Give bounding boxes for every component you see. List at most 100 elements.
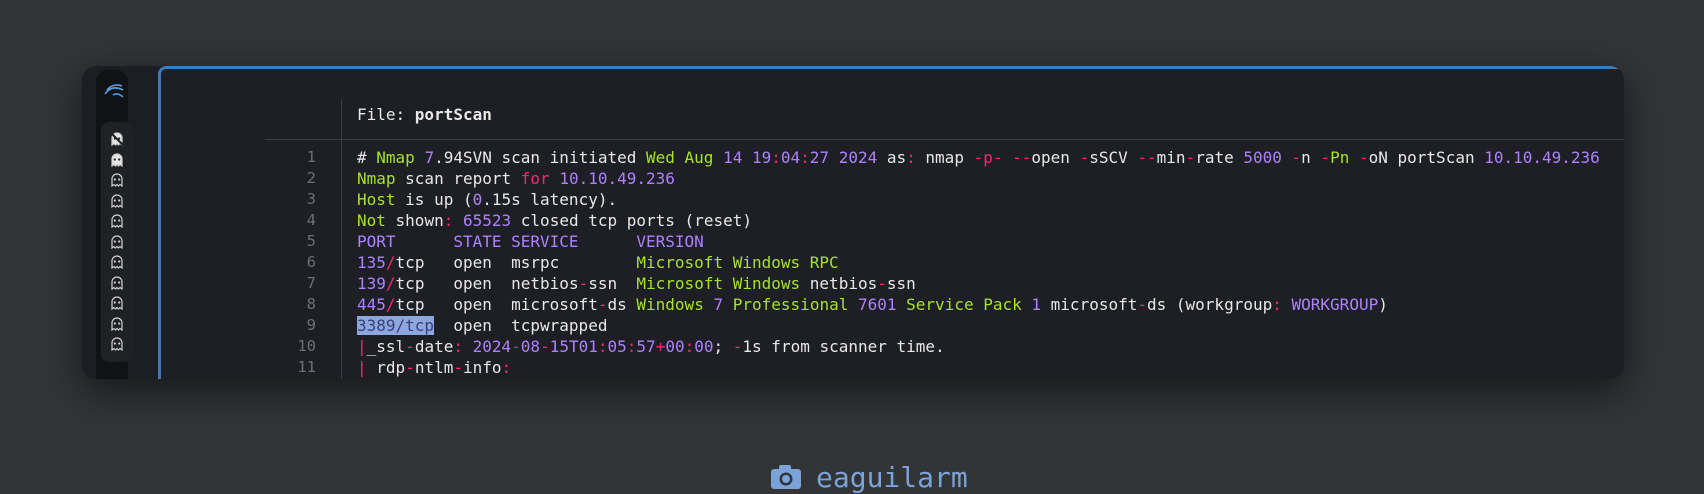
code-token: is up ( <box>395 190 473 209</box>
line-number: 6 <box>306 253 316 271</box>
code-token: : <box>1272 295 1282 314</box>
line-number: 8 <box>306 295 316 313</box>
code-line[interactable]: Nmap scan report for 10.10.49.236 <box>357 168 675 189</box>
code-token: : <box>501 358 512 377</box>
code-token: .94SVN scan initiated <box>434 148 646 167</box>
workspace-ghost-icon[interactable] <box>110 173 124 187</box>
line-number: 2 <box>306 169 316 187</box>
code-token: - <box>877 274 887 293</box>
workspace-list <box>101 122 133 362</box>
code-token: - <box>1185 148 1196 167</box>
code-token: - <box>732 337 743 356</box>
code-token: / <box>385 295 396 314</box>
code-token: : <box>626 337 637 356</box>
code-token: 27 2024 <box>809 148 878 167</box>
code-token: : <box>684 337 695 356</box>
code-token: : <box>453 337 463 356</box>
code-token: -- <box>1012 148 1032 167</box>
code-token: 7 <box>713 295 724 314</box>
workspace-ghost-icon[interactable] <box>110 193 124 208</box>
code-token: netbios <box>800 274 878 293</box>
code-token: 05 <box>607 337 627 356</box>
workspace-ghost-icon[interactable] <box>110 337 124 351</box>
code-token: / <box>385 253 396 272</box>
code-token: 139 <box>357 274 386 293</box>
code-token: 00 <box>665 337 685 356</box>
code-line[interactable]: 139/tcp open netbios-ssn Microsoft Windo… <box>357 273 916 294</box>
workspace-ghost-icon[interactable] <box>110 296 124 310</box>
code-token: open tcpwrapped <box>434 316 608 335</box>
line-number: 1 <box>306 148 316 166</box>
code-line[interactable]: Host is up (0.15s latency). <box>357 189 617 210</box>
code-token: 04 <box>780 148 801 167</box>
code-token: - <box>578 274 589 293</box>
code-token: Microsoft Windows <box>636 274 801 293</box>
workspace-ghost-icon[interactable] <box>110 234 124 249</box>
code-token: - <box>1320 148 1331 167</box>
workspace-active-ghost-icon[interactable] <box>110 132 124 146</box>
code-token: - <box>405 358 415 377</box>
kali-dragon-icon[interactable] <box>103 82 125 100</box>
code-token: Nmap <box>376 148 415 167</box>
code-token: | <box>357 358 367 377</box>
code-token: Host <box>357 190 396 209</box>
code-token: Professional <box>732 295 849 314</box>
code-line[interactable]: Not shown: 65523 closed tcp ports (reset… <box>357 210 752 231</box>
code-token: _ssl <box>366 337 406 356</box>
workspace-ghost-icon[interactable] <box>110 316 124 331</box>
code-line[interactable]: # Nmap 7.94SVN scan initiated Wed Aug 14… <box>357 147 1600 168</box>
code-line[interactable]: 135/tcp open msrpc Microsoft Windows RPC <box>357 252 839 273</box>
code-token: ds <box>607 295 637 314</box>
code-token: scan report <box>395 169 521 188</box>
code-token: Pn <box>1330 148 1350 167</box>
workspace-ghost-icon[interactable] <box>110 214 124 228</box>
code-line[interactable]: 445/tcp open microsoft - ds Windows 7 Prof… <box>357 294 1388 315</box>
terminal-pane[interactable]: File: portScan 1 # Nmap 7.94SVN scan init… <box>158 66 1624 379</box>
code-token: ssn <box>886 274 916 293</box>
code-token: shown <box>385 211 444 230</box>
code-token: 2024 <box>472 337 512 356</box>
code-token: ds (workgroup <box>1147 295 1273 314</box>
header-separator <box>265 139 1624 140</box>
code-token: n <box>1301 148 1321 167</box>
code-line[interactable]: PORT STATE SERVICE VERSION <box>357 231 704 252</box>
code-line[interactable]: |_ssl-date: 2024-08-15T01:05:57+00:00; -… <box>357 336 945 357</box>
line-number: 9 <box>306 316 316 334</box>
code-line[interactable]: 3389/tcp open tcpwrapped <box>357 315 607 336</box>
code-token: : <box>443 211 454 230</box>
code-token: as <box>877 148 907 167</box>
code-token: for <box>520 169 550 188</box>
code-token: 10.10.49.236 <box>1484 148 1600 167</box>
code-token: info <box>462 358 502 377</box>
code-token: nmap <box>915 148 974 167</box>
code-token: - <box>1291 148 1302 167</box>
code-line[interactable]: | rdp-ntlm-info: <box>357 357 511 378</box>
line-number: 10 <box>297 337 316 355</box>
workspace-ghost-icon[interactable] <box>110 255 124 269</box>
code-token: min <box>1156 148 1186 167</box>
workspace-ghost-icon[interactable] <box>110 275 124 290</box>
code-token: tcp open msrpc <box>395 253 637 272</box>
code-token: Not <box>357 211 386 230</box>
code-token: .15s latency). <box>482 190 618 209</box>
code-token: : <box>771 148 781 167</box>
code-token: : <box>800 148 810 167</box>
code-token: Microsoft Windows RPC <box>636 253 839 272</box>
file-label-prefix: File: <box>357 105 415 124</box>
workspace-ghost-icon[interactable] <box>110 152 124 167</box>
code-token: - <box>453 358 463 377</box>
file-header: File: portScan <box>357 105 492 124</box>
selected-text: 3389/tcp <box>357 316 435 335</box>
code-token: ssn <box>588 274 637 293</box>
code-token: | <box>357 337 367 356</box>
code-token: / <box>385 274 396 293</box>
code-token: rate <box>1195 148 1244 167</box>
code-token: 10.10.49.236 <box>559 169 675 188</box>
code-token: tcp open netbios <box>395 274 579 293</box>
code-token: 135 <box>357 253 386 272</box>
